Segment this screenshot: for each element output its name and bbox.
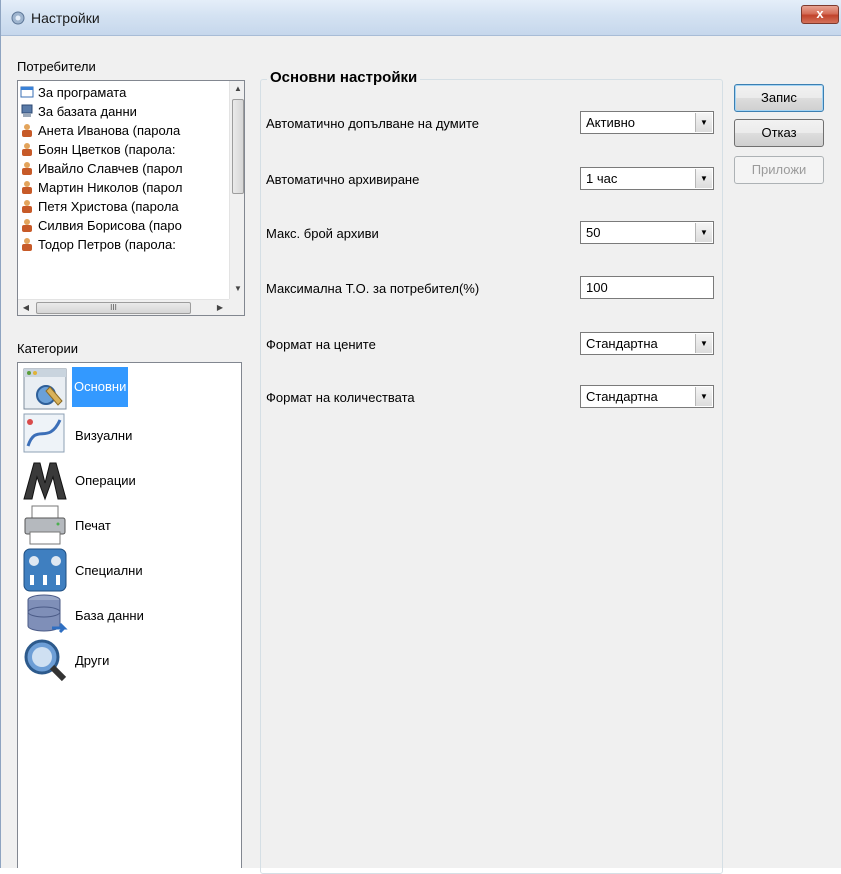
cancel-button[interactable]: Отказ — [734, 119, 824, 147]
user-icon — [22, 238, 32, 251]
user-item-label: Анета Иванова (парола — [38, 123, 181, 138]
scroll-left-icon[interactable]: ◀ — [18, 300, 34, 315]
user-icon — [22, 124, 32, 137]
list-item[interactable]: Боян Цветков (парола: — [20, 140, 176, 159]
other-icon — [24, 639, 67, 682]
chevron-down-icon[interactable]: ▼ — [695, 334, 712, 353]
list-item[interactable]: Мартин Николов (парол — [20, 178, 182, 197]
select-value: Стандартна — [586, 336, 658, 351]
user-icon — [22, 143, 32, 156]
category-label: Специални — [75, 563, 143, 578]
list-item[interactable]: Силвия Борисова (паро — [20, 216, 182, 235]
user-item-label: Мартин Николов (парол — [38, 180, 183, 195]
scroll-down-icon[interactable]: ▼ — [230, 281, 244, 297]
user-item-label: Тодор Петров (парола: — [38, 237, 176, 252]
autocomplete-select[interactable]: Активно ▼ — [580, 111, 714, 134]
title-bar[interactable]: Настройки x — [1, 0, 841, 36]
list-item[interactable]: Ивайло Славчев (парол — [20, 159, 183, 178]
user-icon — [22, 219, 32, 232]
users-label: Потребители — [17, 59, 96, 74]
scroll-thumb[interactable] — [232, 99, 244, 194]
user-item-label: Силвия Борисова (паро — [38, 218, 182, 233]
chevron-down-icon[interactable]: ▼ — [695, 169, 712, 188]
chevron-down-icon[interactable]: ▼ — [695, 113, 712, 132]
select-value: 1 час — [586, 171, 618, 186]
price-format-select[interactable]: Стандартна ▼ — [580, 332, 714, 355]
category-label: Визуални — [75, 428, 133, 443]
apply-button[interactable]: Приложи — [734, 156, 824, 184]
category-other[interactable]: Други — [22, 637, 237, 683]
list-item[interactable]: За базата данни — [20, 102, 137, 121]
program-window-icon — [20, 86, 34, 98]
category-basic[interactable]: Основни — [22, 367, 237, 413]
settings-gear-icon — [11, 11, 25, 25]
scroll-right-icon[interactable]: ▶ — [212, 300, 228, 315]
window-title: Настройки — [31, 10, 100, 26]
scroll-grip: III — [110, 303, 117, 312]
input-value: 100 — [586, 280, 608, 295]
category-label: Основни — [72, 367, 129, 407]
user-icon — [22, 181, 32, 194]
category-special[interactable]: Специални — [22, 547, 237, 593]
category-label: Други — [75, 653, 110, 668]
users-listbox[interactable]: За програмата За базата данни Анета Иван… — [17, 80, 245, 316]
scroll-corner — [229, 299, 244, 315]
user-icon — [22, 162, 32, 175]
field-label: Формат на количествата — [266, 390, 415, 405]
settings-groupbox — [260, 79, 723, 874]
user-item-label: За базата данни — [38, 104, 137, 119]
user-item-label: Ивайло Славчев (парол — [38, 161, 183, 176]
user-item-label: За програмата — [38, 85, 127, 100]
quantity-format-select[interactable]: Стандартна ▼ — [580, 385, 714, 408]
printer-icon — [24, 505, 66, 545]
computer-icon — [21, 104, 33, 117]
users-horizontal-scrollbar[interactable]: ◀ III ▶ — [18, 299, 229, 315]
field-label: Макс. брой архиви — [266, 226, 379, 241]
close-button[interactable]: x — [801, 5, 839, 24]
user-item-label: Петя Христова (парола — [38, 199, 179, 214]
categories-label: Категории — [17, 341, 78, 356]
field-label: Формат на цените — [266, 337, 376, 352]
settings-window: Настройки x Потребители За програмата За… — [0, 0, 841, 874]
user-item-label: Боян Цветков (парола: — [38, 142, 176, 157]
operations-icon — [23, 462, 67, 501]
category-operations[interactable]: Операции — [22, 457, 237, 503]
select-value: Стандартна — [586, 389, 658, 404]
save-button[interactable]: Запис — [734, 84, 824, 112]
close-icon: x — [816, 6, 824, 21]
users-vertical-scrollbar[interactable]: ▲ ▼ — [229, 81, 244, 299]
list-item[interactable]: Петя Христова (парола — [20, 197, 179, 216]
max-discount-input[interactable]: 100 — [580, 276, 714, 299]
list-item[interactable]: Анета Иванова (парола — [20, 121, 180, 140]
select-value: Активно — [586, 115, 636, 130]
list-item[interactable]: Тодор Петров (парола: — [20, 235, 176, 254]
user-icon — [22, 200, 32, 213]
categories-listbox[interactable]: Основни Визуални Операции Печат Специалн… — [17, 362, 242, 868]
field-label: Автоматично архивиране — [266, 172, 420, 187]
scroll-thumb[interactable]: III — [36, 302, 191, 314]
select-value: 50 — [586, 225, 601, 240]
auto-archive-select[interactable]: 1 час ▼ — [580, 167, 714, 190]
chevron-down-icon[interactable]: ▼ — [695, 223, 712, 242]
category-label: Печат — [75, 518, 111, 533]
basic-settings-icon — [23, 368, 67, 410]
scroll-up-icon[interactable]: ▲ — [230, 81, 244, 97]
field-label: Автоматично допълване на думите — [266, 116, 479, 131]
chevron-down-icon[interactable]: ▼ — [695, 387, 712, 406]
visual-icon — [23, 413, 65, 453]
category-label: База данни — [75, 608, 144, 623]
category-print[interactable]: Печат — [22, 502, 237, 548]
category-label: Операции — [75, 473, 136, 488]
special-icon — [23, 548, 67, 592]
list-item[interactable]: За програмата — [20, 83, 126, 102]
group-title: Основни настройки — [267, 69, 421, 86]
category-visual[interactable]: Визуални — [22, 412, 237, 458]
field-label: Максимална Т.О. за потребител(%) — [266, 281, 480, 296]
max-archives-select[interactable]: 50 ▼ — [580, 221, 714, 244]
database-icon — [27, 594, 68, 634]
category-database[interactable]: База данни — [22, 592, 237, 638]
